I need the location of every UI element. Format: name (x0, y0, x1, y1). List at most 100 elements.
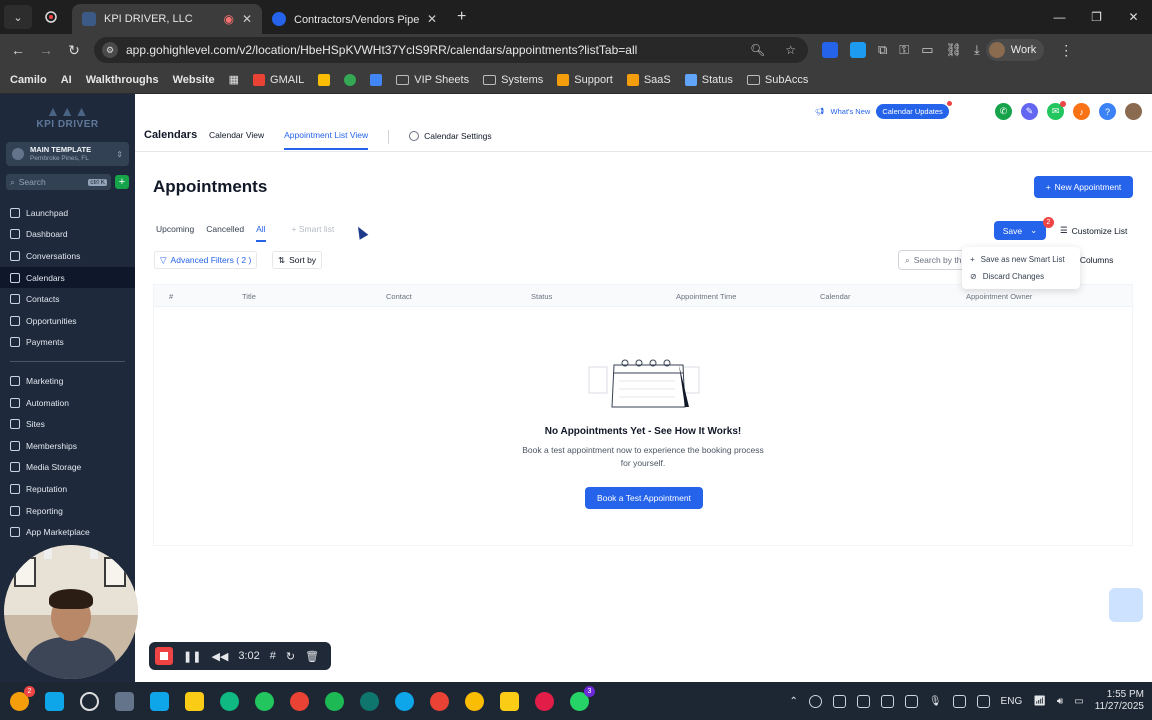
battery-icon[interactable]: ▭ (1074, 696, 1083, 707)
bookmark-website[interactable]: Website (173, 74, 215, 86)
sticky-notes-icon[interactable] (500, 691, 519, 711)
filter-all[interactable]: All (256, 224, 266, 242)
book-test-appointment-button[interactable]: Book a Test Appointment (585, 487, 703, 509)
sidebar-item-reporting[interactable]: Reporting (0, 500, 135, 522)
help-icon[interactable]: ? (1099, 103, 1116, 120)
bookmark-systems[interactable]: Systems (483, 74, 543, 86)
edge-icon[interactable] (220, 691, 239, 711)
store-icon[interactable] (150, 691, 169, 711)
sidebar-item-conversations[interactable]: Conversations (0, 245, 135, 267)
bookmark-camilo[interactable]: Camilo (10, 74, 47, 86)
extension-icon[interactable] (822, 42, 838, 58)
close-tab-icon[interactable]: ✕ (242, 12, 252, 26)
download-icon[interactable]: ⤓ (974, 42, 980, 58)
bookmark-vip-sheets[interactable]: VIP Sheets (396, 74, 469, 86)
whats-new-link[interactable]: What's New (831, 107, 871, 116)
search-icon[interactable] (80, 691, 99, 711)
slack-icon[interactable] (535, 691, 554, 711)
restore-icon[interactable]: ❐ (1078, 0, 1115, 34)
file-explorer-icon[interactable] (185, 691, 204, 711)
chrome-icon[interactable] (290, 691, 309, 711)
close-tab-icon[interactable]: ✕ (427, 12, 437, 26)
account-switcher[interactable]: MAIN TEMPLATE Pembroke Pines, FL ⇕ (6, 142, 129, 166)
bell-icon[interactable]: ♪ (1073, 103, 1090, 120)
magic-icon[interactable]: ✎ (1021, 103, 1038, 120)
stop-recording-button[interactable] (155, 647, 173, 665)
tab-calendar-settings[interactable]: Calendar Settings (409, 130, 492, 150)
webcam-overlay[interactable] (4, 545, 138, 679)
bookmark-support[interactable]: Support (557, 73, 613, 86)
microphone-icon[interactable]: 🎙︎ (929, 696, 942, 707)
browser-tab[interactable]: Contractors/Vendors Pipeline 📋 ✕ (262, 4, 447, 34)
advanced-filters-button[interactable]: ▽ Advanced Filters ( 2 ) (154, 251, 258, 269)
telegram-icon[interactable] (395, 691, 414, 711)
customize-list-button[interactable]: ☰ Customize List (1060, 225, 1127, 236)
sidebar-item-media-storage[interactable]: Media Storage (0, 457, 135, 479)
bookmark-status[interactable]: Status (684, 73, 733, 86)
filter-cancelled[interactable]: Cancelled (206, 224, 244, 242)
whatsapp-icon[interactable]: 3 (570, 685, 595, 711)
rewind-icon[interactable]: ◀◀ (211, 650, 228, 663)
sidebar-item-launchpad[interactable]: Launchpad (0, 202, 135, 224)
new-tab-icon[interactable]: + (457, 8, 466, 26)
chrome-profile-icon[interactable] (430, 691, 449, 711)
browser-menu-icon[interactable]: ⋮ (1052, 42, 1080, 59)
sidebar-search-input[interactable]: ⌕ Search ctrl K (6, 174, 111, 190)
bluetooth-icon[interactable] (904, 694, 918, 708)
drive-icon[interactable] (318, 73, 331, 86)
floating-widget-button[interactable] (1109, 588, 1143, 622)
save-as-smart-list-option[interactable]: + Save as new Smart List (962, 251, 1080, 268)
camera-icon[interactable] (952, 694, 966, 708)
sidebar-item-automation[interactable]: Automation (0, 392, 135, 414)
site-info-icon[interactable]: ⚙ (102, 42, 118, 58)
tablet-icon[interactable] (976, 694, 990, 708)
bookmark-walkthroughs[interactable]: Walkthroughs (86, 74, 159, 86)
chat-icon[interactable]: ✉ (1047, 101, 1066, 120)
smart-list-tab[interactable]: + Smart list (292, 224, 335, 242)
sidebar-item-dashboard[interactable]: Dashboard (0, 224, 135, 246)
sidebar-item-contacts[interactable]: Contacts (0, 288, 135, 310)
task-view-icon[interactable] (115, 691, 134, 711)
widgets-icon[interactable]: 2 (10, 685, 35, 711)
phone-icon[interactable]: ✆ (995, 103, 1012, 120)
filter-upcoming[interactable]: Upcoming (156, 224, 194, 242)
taskbar-clock[interactable]: 1:55 PM 11/27/2025 (1095, 689, 1144, 714)
bookmark-star-icon[interactable]: ☆ (785, 43, 796, 57)
save-button[interactable]: Save ⌄ (994, 221, 1046, 240)
sort-by-button[interactable]: ⇅ Sort by (272, 251, 323, 269)
company-logo[interactable]: ▲▲▲ KPI DRIVER (0, 94, 135, 138)
reload-icon[interactable]: ↻ (60, 42, 88, 59)
volume-icon[interactable]: 🔊︎ (1057, 696, 1063, 707)
tray-app-icon[interactable] (808, 694, 822, 708)
chrome-work-icon[interactable] (465, 691, 484, 711)
url-field[interactable]: ⚙ app.gohighlevel.com/v2/location/HbeHSp… (94, 37, 808, 63)
sidebar-item-reputation[interactable]: Reputation (0, 478, 135, 500)
sidebar-item-sites[interactable]: Sites (0, 413, 135, 435)
restart-icon[interactable]: ↻ (286, 650, 295, 663)
language-indicator[interactable]: ENG (1001, 696, 1023, 707)
chrome-icon[interactable] (344, 73, 357, 86)
new-appointment-button[interactable]: + New Appointment (1034, 176, 1133, 198)
bookmark-subaccs[interactable]: SubAccs (746, 74, 808, 86)
sidebar-item-memberships[interactable]: Memberships (0, 435, 135, 457)
onedrive-icon[interactable] (856, 694, 870, 708)
extension-icon[interactable] (850, 42, 866, 58)
grid-icon[interactable]: # (270, 650, 276, 662)
wifi-icon[interactable]: 📶︎ (1033, 696, 1046, 707)
tab-appointment-list-view[interactable]: Appointment List View (284, 130, 369, 150)
minimize-icon[interactable]: — (1041, 0, 1078, 34)
drive-icon[interactable] (880, 694, 894, 708)
trash-icon[interactable]: 🗑︎ (305, 650, 319, 663)
edge-dev-icon[interactable] (255, 691, 274, 711)
calendar-icon[interactable] (370, 73, 383, 86)
sidebar-item-opportunities[interactable]: Opportunities (0, 310, 135, 332)
bookmark-saas[interactable]: SaaS (626, 73, 671, 86)
sidebar-item-marketing[interactable]: Marketing (0, 370, 135, 392)
browser-tab-active[interactable]: KPI DRIVER, LLC ◉ ✕ (72, 4, 262, 34)
back-icon[interactable]: ← (4, 42, 32, 58)
close-window-icon[interactable]: ✕ (1115, 0, 1152, 34)
key-icon[interactable]: ⚿ (899, 42, 909, 58)
profile-button[interactable]: Work (985, 39, 1045, 61)
sidebar-item-app-marketplace[interactable]: App Marketplace (0, 521, 135, 543)
user-avatar-icon[interactable] (1125, 103, 1142, 120)
